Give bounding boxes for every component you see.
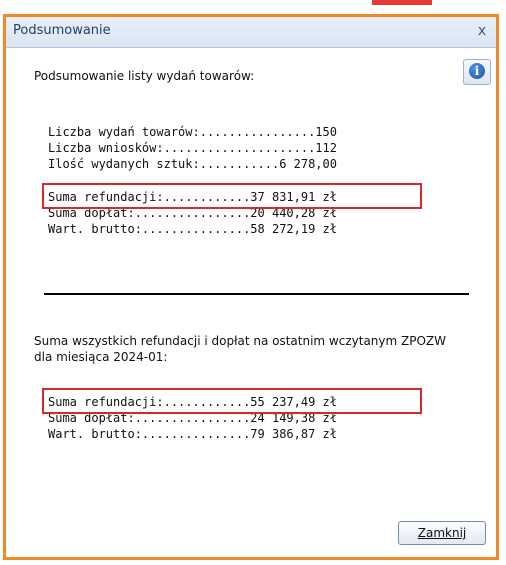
- dialog-title: Podsumowanie: [13, 23, 111, 38]
- close-dialog-button[interactable]: Zamknij: [398, 521, 486, 545]
- stat-line-sztuki: Ilość wydanych sztuk:...........6 278,00: [48, 157, 337, 171]
- info-icon: i: [469, 63, 485, 79]
- close-icon[interactable]: x: [472, 21, 492, 41]
- highlight-box-refundacje-2: [42, 388, 422, 414]
- top-accent-bar: [372, 0, 432, 5]
- summary-dialog: Podsumowanie x Podsumowanie listy wydań …: [3, 14, 499, 560]
- section-divider: [44, 293, 469, 295]
- close-dialog-label: Zamknij: [417, 526, 467, 540]
- stat-line-wnioski: Liczba wniosków:.....................112: [48, 141, 337, 155]
- info-button[interactable]: i: [463, 59, 491, 85]
- stat-line-wydania: Liczba wydań towarów:................150: [48, 125, 337, 139]
- stat-line-brutto-2: Wart. brutto:...............79 386,87 zł: [48, 427, 337, 441]
- intro-text: Podsumowanie listy wydań towarów:: [34, 69, 255, 83]
- highlight-box-refundacje-1: [42, 183, 422, 209]
- section2-heading: Suma wszystkich refundacji i dopłat na o…: [34, 334, 446, 364]
- title-bar: Podsumowanie x: [6, 17, 496, 48]
- stat-line-brutto: Wart. brutto:...............58 272,19 zł: [48, 222, 337, 236]
- dialog-content: Podsumowanie listy wydań towarów: i Licz…: [6, 48, 496, 557]
